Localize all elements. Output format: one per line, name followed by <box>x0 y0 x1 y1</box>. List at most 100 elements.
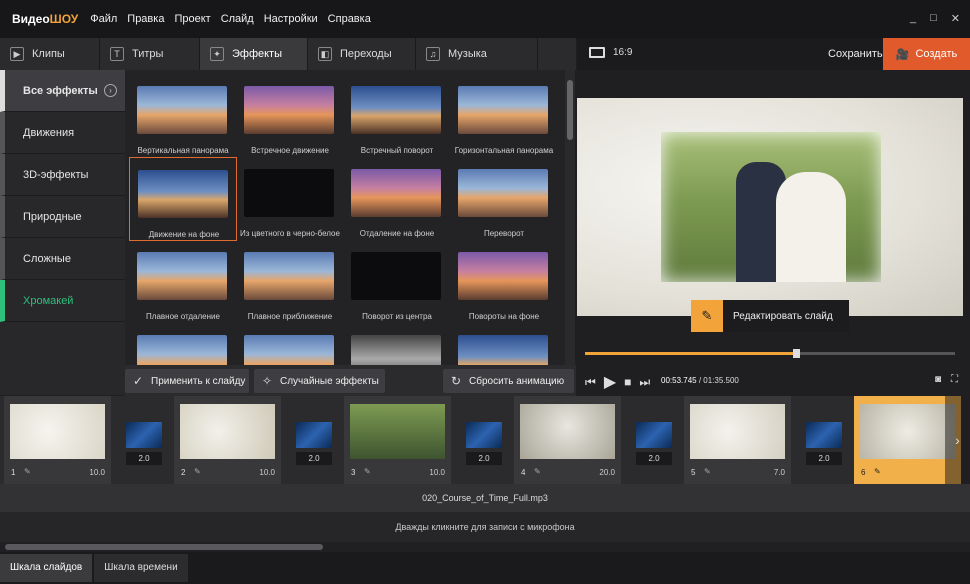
effect-thumbnail <box>458 252 548 300</box>
menu-project[interactable]: Проект <box>174 13 210 25</box>
effect-tile[interactable] <box>343 323 451 365</box>
effect-thumbnail <box>137 335 227 365</box>
cat-nature[interactable]: Природные <box>0 196 125 238</box>
effect-tile[interactable]: Движение на фоне <box>129 157 237 241</box>
arrow-right-icon: › <box>104 84 117 97</box>
fullscreen-icon[interactable]: ⛶ <box>951 374 958 385</box>
app-logo: ВидеоШОУ <box>12 12 79 26</box>
pencil-icon[interactable]: ✎ <box>24 467 31 476</box>
effect-tile[interactable]: Повороты на фоне <box>450 240 558 324</box>
playback-knob[interactable] <box>793 349 800 358</box>
random-effects-button[interactable]: ✧ Случайные эффекты <box>254 369 385 393</box>
menu-settings[interactable]: Настройки <box>264 13 318 25</box>
pencil-icon[interactable]: ✎ <box>704 467 711 476</box>
effect-tile[interactable]: Встречное движение <box>236 74 344 158</box>
timeline-transition[interactable]: 2.0 <box>621 396 684 484</box>
slide-timeline: 1 ✎ 10.0 2.0 2 ✎ 10.0 2.0 3 ✎ 10.0 2.0 4 ✎ 20.0 2.0 5 ✎ 7.… <box>0 396 970 484</box>
effect-tile[interactable]: Переворот <box>450 157 558 241</box>
tab-clips[interactable]: ▶ Клипы <box>0 38 100 70</box>
effect-tile[interactable]: Плавное отдаление <box>129 240 237 324</box>
playback-slider[interactable] <box>585 349 955 358</box>
menu-edit[interactable]: Правка <box>127 13 164 25</box>
mic-record-area[interactable]: Дважды кликните для записи с микрофона <box>0 512 970 542</box>
audio-track[interactable]: 020_Course_of_Time_Full.mp3 <box>0 484 970 512</box>
timeline-transition[interactable]: 2.0 <box>111 396 174 484</box>
timeline-slide[interactable]: 1 ✎ 10.0 <box>4 396 111 484</box>
tab-titles[interactable]: T Титры <box>100 38 200 70</box>
effect-tile[interactable] <box>450 323 558 365</box>
save-button[interactable]: Сохранить <box>828 48 883 60</box>
cat-chromakey[interactable]: Хромакей <box>0 280 125 322</box>
close-icon[interactable]: ✕ <box>951 12 960 25</box>
reset-icon: ↻ <box>451 374 462 388</box>
effect-thumbnail <box>351 252 441 300</box>
minimize-icon[interactable]: _ <box>910 12 916 25</box>
effect-thumbnail <box>458 169 548 217</box>
tab-transitions[interactable]: ◧ Переходы <box>308 38 416 70</box>
slide-thumbnail <box>860 404 955 459</box>
pencil-icon[interactable]: ✎ <box>874 467 881 476</box>
transition-thumbnail <box>466 422 502 448</box>
edit-slide-button[interactable]: ✎ Редактировать слайд <box>691 300 849 332</box>
effect-tile[interactable] <box>129 323 237 365</box>
effects-scrollbar[interactable] <box>565 70 575 365</box>
tab-slide-scale[interactable]: Шкала слайдов <box>0 554 93 582</box>
titles-icon: T <box>110 47 124 61</box>
stop-icon[interactable]: ■ <box>624 375 631 389</box>
timeline-scrollbar[interactable] <box>0 542 970 552</box>
effect-thumbnail <box>138 170 228 218</box>
aspect-ratio-button[interactable]: 16:9 <box>589 47 632 58</box>
cat-motion[interactable]: Движения <box>0 112 125 154</box>
slide-thumbnail <box>520 404 615 459</box>
tab-music[interactable]: ♫ Музыка <box>416 38 538 70</box>
snapshot-icon[interactable]: ◙ <box>935 374 941 385</box>
timeline-slide[interactable]: 5 ✎ 7.0 <box>684 396 791 484</box>
timeline-slide[interactable]: 4 ✎ 20.0 <box>514 396 621 484</box>
effect-tile[interactable]: Горизонтальная панорама <box>450 74 558 158</box>
effect-thumbnail <box>458 86 548 134</box>
wedding-photo <box>661 132 881 282</box>
effect-tile[interactable]: Отдаление на фоне <box>343 157 451 241</box>
clips-icon: ▶ <box>10 47 24 61</box>
play-icon[interactable]: ▶ <box>604 372 616 392</box>
tab-effects[interactable]: ✦ Эффекты <box>200 38 308 70</box>
cat-complex[interactable]: Сложные <box>0 238 125 280</box>
apply-to-slide-button[interactable]: ✓ Применить к слайду <box>125 369 249 393</box>
cat-3d-effects[interactable]: 3D-эффекты <box>0 154 125 196</box>
effect-tile[interactable]: Из цветного в черно-белое <box>236 157 344 241</box>
timeline-slide[interactable]: 2 ✎ 10.0 <box>174 396 281 484</box>
slide-thumbnail <box>690 404 785 459</box>
create-button[interactable]: 🎥 Создать <box>883 38 970 70</box>
tab-time-scale[interactable]: Шкала времени <box>94 554 188 582</box>
timeline-transition[interactable]: 2.0 <box>451 396 514 484</box>
pencil-icon[interactable]: ✎ <box>534 467 541 476</box>
effect-categories: Все эффекты › Движения 3D-эффекты Природные С… <box>0 70 125 395</box>
maximize-icon[interactable]: □ <box>930 12 937 25</box>
check-icon: ✓ <box>133 374 144 388</box>
effect-thumbnail <box>244 86 334 134</box>
timeline-slide[interactable]: 3 ✎ 10.0 <box>344 396 451 484</box>
pencil-icon[interactable]: ✎ <box>194 467 201 476</box>
pencil-icon[interactable]: ✎ <box>364 467 371 476</box>
pencil-icon: ✎ <box>691 300 723 332</box>
menu-slide[interactable]: Слайд <box>221 13 254 25</box>
menu-file[interactable]: Файл <box>90 13 117 25</box>
timeline-next-icon[interactable]: › <box>945 396 970 484</box>
next-icon[interactable]: ⏭ <box>639 375 650 390</box>
effect-thumbnail <box>137 252 227 300</box>
previous-icon[interactable]: ⏮ <box>585 375 596 390</box>
effect-tile[interactable]: Вертикальная панорама <box>129 74 237 158</box>
effect-tile[interactable]: Встречный поворот <box>343 74 451 158</box>
effect-tile[interactable]: Плавное приближение <box>236 240 344 324</box>
effect-tile[interactable] <box>236 323 344 365</box>
title-bar: ВидеоШОУ Файл Правка Проект Слайд Настро… <box>0 0 970 38</box>
timeline-transition[interactable]: 2.0 <box>791 396 854 484</box>
effect-tile[interactable]: Поворот из центра <box>343 240 451 324</box>
menu-help[interactable]: Справка <box>328 13 371 25</box>
reset-animation-button[interactable]: ↻ Сбросить анимацию <box>443 369 574 393</box>
cat-all-effects[interactable]: Все эффекты › <box>0 70 125 112</box>
monitor-icon <box>589 47 605 58</box>
effect-thumbnail <box>351 169 441 217</box>
menu-bar: Файл Правка Проект Слайд Настройки Справ… <box>90 13 381 25</box>
timeline-transition[interactable]: 2.0 <box>281 396 344 484</box>
